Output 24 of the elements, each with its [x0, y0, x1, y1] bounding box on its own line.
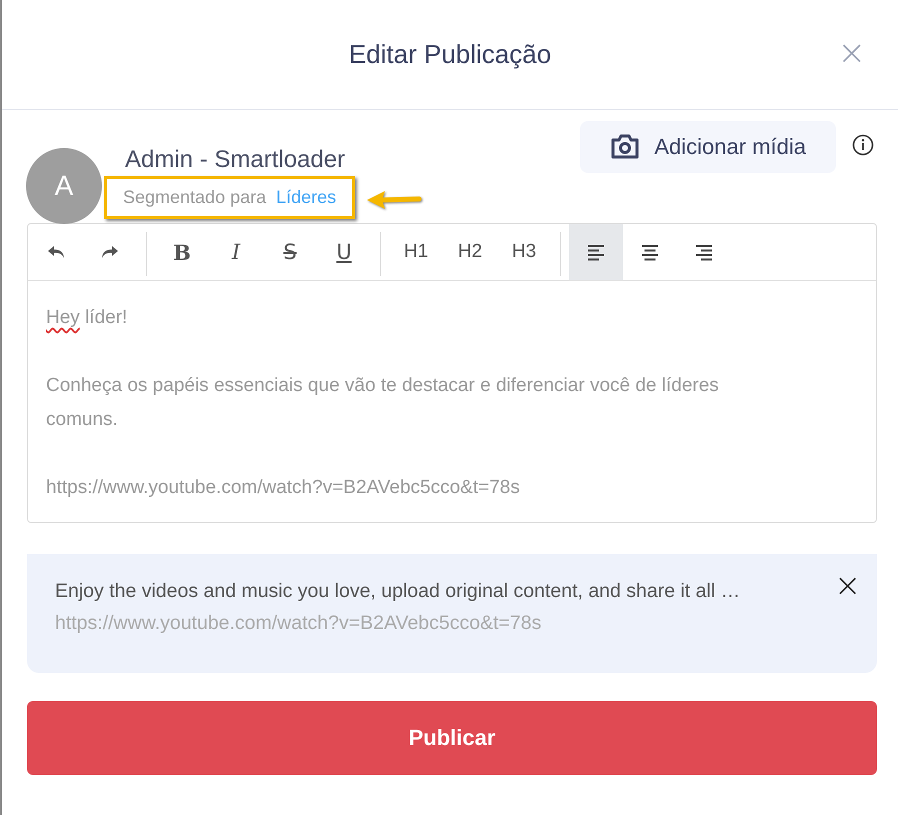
avatar: A	[26, 148, 102, 224]
heading-button[interactable]: H2	[443, 224, 497, 280]
align-right-icon	[694, 242, 714, 262]
align-center-icon	[640, 242, 660, 262]
add-media-button[interactable]: Adicionar mídia	[580, 121, 836, 173]
link-description: Enjoy the videos and music you love, upload original content, and share it all …	[55, 579, 740, 604]
underline-button[interactable]: U	[317, 224, 371, 280]
post-paragraph: Hey líder!	[46, 306, 128, 330]
info-icon[interactable]	[852, 134, 874, 156]
dialog-title: Editar Publicação	[348, 39, 552, 70]
author-name: Admin - Smartloader	[125, 146, 346, 174]
publish-button[interactable]: Publicar	[27, 701, 877, 775]
italic-button[interactable]: I	[209, 224, 263, 280]
align-left-icon	[586, 242, 606, 262]
align-left-button[interactable]	[569, 224, 623, 280]
strike-button[interactable]: S	[263, 224, 317, 280]
heading-button[interactable]: H1	[389, 224, 443, 280]
heading-button[interactable]: H3	[497, 224, 551, 280]
bold-button[interactable]: B	[155, 224, 209, 280]
segment-label: Segmentado para	[123, 187, 266, 208]
post-paragraph: Conheça os papéis essenciais que vão te destacar e diferenciar você de líderes comuns.	[46, 374, 720, 432]
camera-icon	[610, 134, 640, 160]
post-paragraph: https://www.youtube.com/watch?v=B2AVebc5cco&t=78s	[46, 476, 521, 500]
close-button[interactable]: ×	[830, 570, 865, 600]
